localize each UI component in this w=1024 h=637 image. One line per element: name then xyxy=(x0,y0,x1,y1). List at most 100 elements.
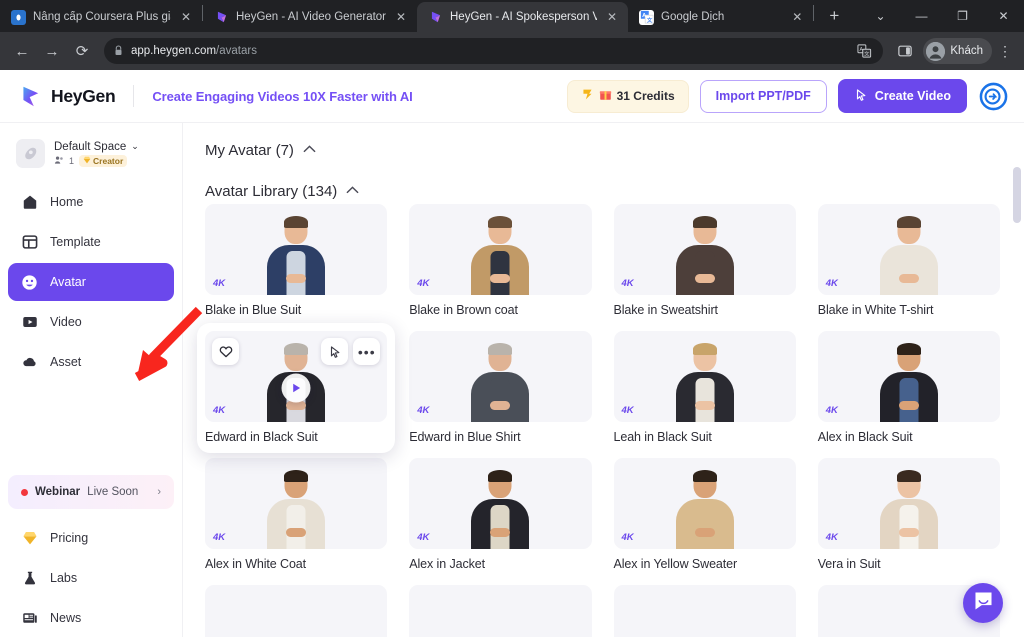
intercom-chat-button[interactable] xyxy=(963,583,1003,623)
my-avatar-title: My Avatar (7) xyxy=(205,142,294,159)
avatar-thumbnail[interactable]: 4K xyxy=(205,458,388,549)
webinar-banner[interactable]: Webinar Live Soon › xyxy=(8,475,174,509)
space-name: Default Space xyxy=(54,140,127,153)
avatar-thumbnail[interactable]: 4K xyxy=(613,458,796,549)
avatar-card[interactable]: 4K Blake in Brown coat xyxy=(409,204,592,317)
credits-badge[interactable]: 31 Credits xyxy=(566,79,689,113)
chevron-down-icon[interactable]: ⌄ xyxy=(131,141,139,152)
sidebar-item-news[interactable]: News xyxy=(8,599,174,637)
window-maximize-button[interactable]: ❐ xyxy=(942,0,983,32)
window-minimize-button[interactable]: — xyxy=(901,0,942,32)
avatar-card[interactable]: 4K Blake in Blue Suit xyxy=(205,204,388,317)
avatar-thumbnail[interactable]: 4K xyxy=(409,331,592,422)
side-panel-icon[interactable] xyxy=(891,37,919,65)
browser-tab-2-title: HeyGen - AI Video Generator xyxy=(236,11,386,23)
avatar-card[interactable]: 4K Alex in Black Suit xyxy=(817,331,1000,444)
more-options-icon[interactable]: ••• xyxy=(353,338,381,365)
resolution-badge: 4K xyxy=(825,278,838,289)
browser-tab-3-close-icon[interactable]: ✕ xyxy=(604,9,620,25)
avatar-card[interactable]: 4K Blake in Sweatshirt xyxy=(613,204,796,317)
avatar-thumbnail[interactable] xyxy=(205,585,388,637)
translate-icon[interactable]: A文 xyxy=(855,43,873,59)
browser-tab-2[interactable]: HeyGen - AI Video Generator ✕ xyxy=(203,2,417,32)
person-shirt xyxy=(286,251,306,295)
avatar-card[interactable]: 4K Blake in White T-shirt xyxy=(817,204,1000,317)
avatar-thumbnail[interactable]: 4K xyxy=(409,458,592,549)
avatar-card[interactable]: 4K Vera in Suit xyxy=(817,458,1000,571)
chevron-up-icon[interactable] xyxy=(346,186,359,197)
heygen-app: HeyGen Create Engaging Videos 10X Faster… xyxy=(0,70,1024,637)
person-hair xyxy=(488,216,513,228)
browser-tab-3[interactable]: HeyGen - AI Spokesperson Vide ✕ xyxy=(417,2,628,32)
browser-menu-icon[interactable]: ⋮ xyxy=(994,43,1016,60)
heygen-logo[interactable]: HeyGen xyxy=(18,84,116,109)
play-preview-button[interactable] xyxy=(281,373,311,403)
sidebar-item-home[interactable]: Home xyxy=(8,183,174,221)
favorite-heart-icon[interactable] xyxy=(212,338,239,365)
avatar-card[interactable]: 4K Alex in Yellow Sweater xyxy=(613,458,796,571)
create-video-button[interactable]: Create Video xyxy=(837,79,967,113)
person-hair xyxy=(692,470,717,482)
sidebar-item-labs[interactable]: Labs xyxy=(8,559,174,597)
avatar-card[interactable]: 4K Alex in Jacket xyxy=(409,458,592,571)
browser-tab-2-close-icon[interactable]: ✕ xyxy=(393,9,409,25)
browser-tab-4-close-icon[interactable]: ✕ xyxy=(789,9,805,25)
chevron-right-icon[interactable]: › xyxy=(157,486,161,498)
avatar-thumbnail[interactable]: 4K xyxy=(817,204,1000,295)
chevron-up-icon[interactable] xyxy=(303,145,316,156)
avatar-icon xyxy=(21,274,38,291)
person-hands xyxy=(490,274,511,283)
header-tagline: Create Engaging Videos 10X Faster with A… xyxy=(152,88,413,104)
my-avatar-section-header[interactable]: My Avatar (7) xyxy=(205,123,1000,159)
person-shirt xyxy=(899,378,919,422)
avatar-card-partial[interactable] xyxy=(205,585,388,637)
support-circle-icon[interactable] xyxy=(978,81,1008,111)
avatar-thumbnail[interactable]: 4K xyxy=(409,204,592,295)
space-selector[interactable]: Default Space ⌄ 1 Creator xyxy=(8,134,174,173)
avatar-thumbnail[interactable]: 4K xyxy=(205,204,388,295)
avatar-card-name: Blake in Blue Suit xyxy=(205,303,302,317)
sidebar-item-video[interactable]: Video xyxy=(8,303,174,341)
main-scrollbar[interactable] xyxy=(1013,123,1021,637)
sidebar-item-asset[interactable]: Asset xyxy=(8,343,174,381)
avatar-grid: 4K Blake in Blue Suit 4K Blake in Brown coa… xyxy=(197,204,1000,637)
avatar-card[interactable]: 4K Leah in Black Suit xyxy=(613,331,796,444)
browser-tab-4[interactable]: A文 Google Dịch ✕ xyxy=(628,2,813,32)
avatar-thumbnail[interactable]: 4K xyxy=(613,331,796,422)
avatar-thumbnail[interactable]: 4K xyxy=(817,331,1000,422)
resolution-badge: 4K xyxy=(213,405,226,416)
new-tab-button[interactable]: + xyxy=(820,2,848,30)
main-scrollbar-thumb[interactable] xyxy=(1013,167,1021,223)
window-close-button[interactable]: ✕ xyxy=(983,0,1024,32)
sidebar-item-pricing[interactable]: Pricing xyxy=(8,519,174,557)
avatar-thumbnail[interactable] xyxy=(613,585,796,637)
avatar-card-partial[interactable] xyxy=(409,585,592,637)
avatar-card-partial[interactable] xyxy=(613,585,796,637)
avatar-card-name: Alex in Jacket xyxy=(409,557,485,571)
back-button[interactable]: ← xyxy=(8,37,36,65)
person-hair xyxy=(284,470,309,482)
omnibox-actions: A文 xyxy=(855,43,873,59)
browser-profile-button[interactable]: Khách xyxy=(923,38,992,64)
avatar-thumbnail[interactable] xyxy=(409,585,592,637)
sidebar-item-template[interactable]: Template xyxy=(8,223,174,261)
reload-button[interactable]: ⟳ xyxy=(68,37,96,65)
avatar-card[interactable]: 4K ••• Edward in Black Suit xyxy=(197,323,396,453)
browser-tab-1-close-icon[interactable]: ✕ xyxy=(178,9,194,25)
browser-tab-1[interactable]: Nâng cấp Coursera Plus giá rẻ, t ✕ xyxy=(0,2,202,32)
select-cursor-icon[interactable] xyxy=(321,338,349,365)
forward-button[interactable]: → xyxy=(38,37,66,65)
avatar-card[interactable]: 4K Alex in White Coat xyxy=(205,458,388,571)
import-ppt-pdf-button[interactable]: Import PPT/PDF xyxy=(699,79,827,113)
sidebar-item-video-label: Video xyxy=(50,315,82,329)
avatar-card[interactable]: 4K Edward in Blue Shirt xyxy=(409,331,592,444)
address-bar[interactable]: app.heygen.com/avatars A文 xyxy=(104,38,884,64)
tab-search-chevron-icon[interactable]: ⌄ xyxy=(860,0,901,32)
avatar-main-panel: My Avatar (7) Avatar Library (134) 4K Bla… xyxy=(183,123,1024,637)
avatar-thumbnail[interactable]: 4K xyxy=(613,204,796,295)
avatar-thumbnail[interactable]: 4K xyxy=(817,458,1000,549)
sidebar-item-avatar[interactable]: Avatar xyxy=(8,263,174,301)
avatar-library-section-header[interactable]: Avatar Library (134) xyxy=(205,159,1000,204)
browser-tab-3-title: HeyGen - AI Spokesperson Vide xyxy=(450,11,597,23)
avatar-card-name: Blake in White T-shirt xyxy=(817,303,934,317)
